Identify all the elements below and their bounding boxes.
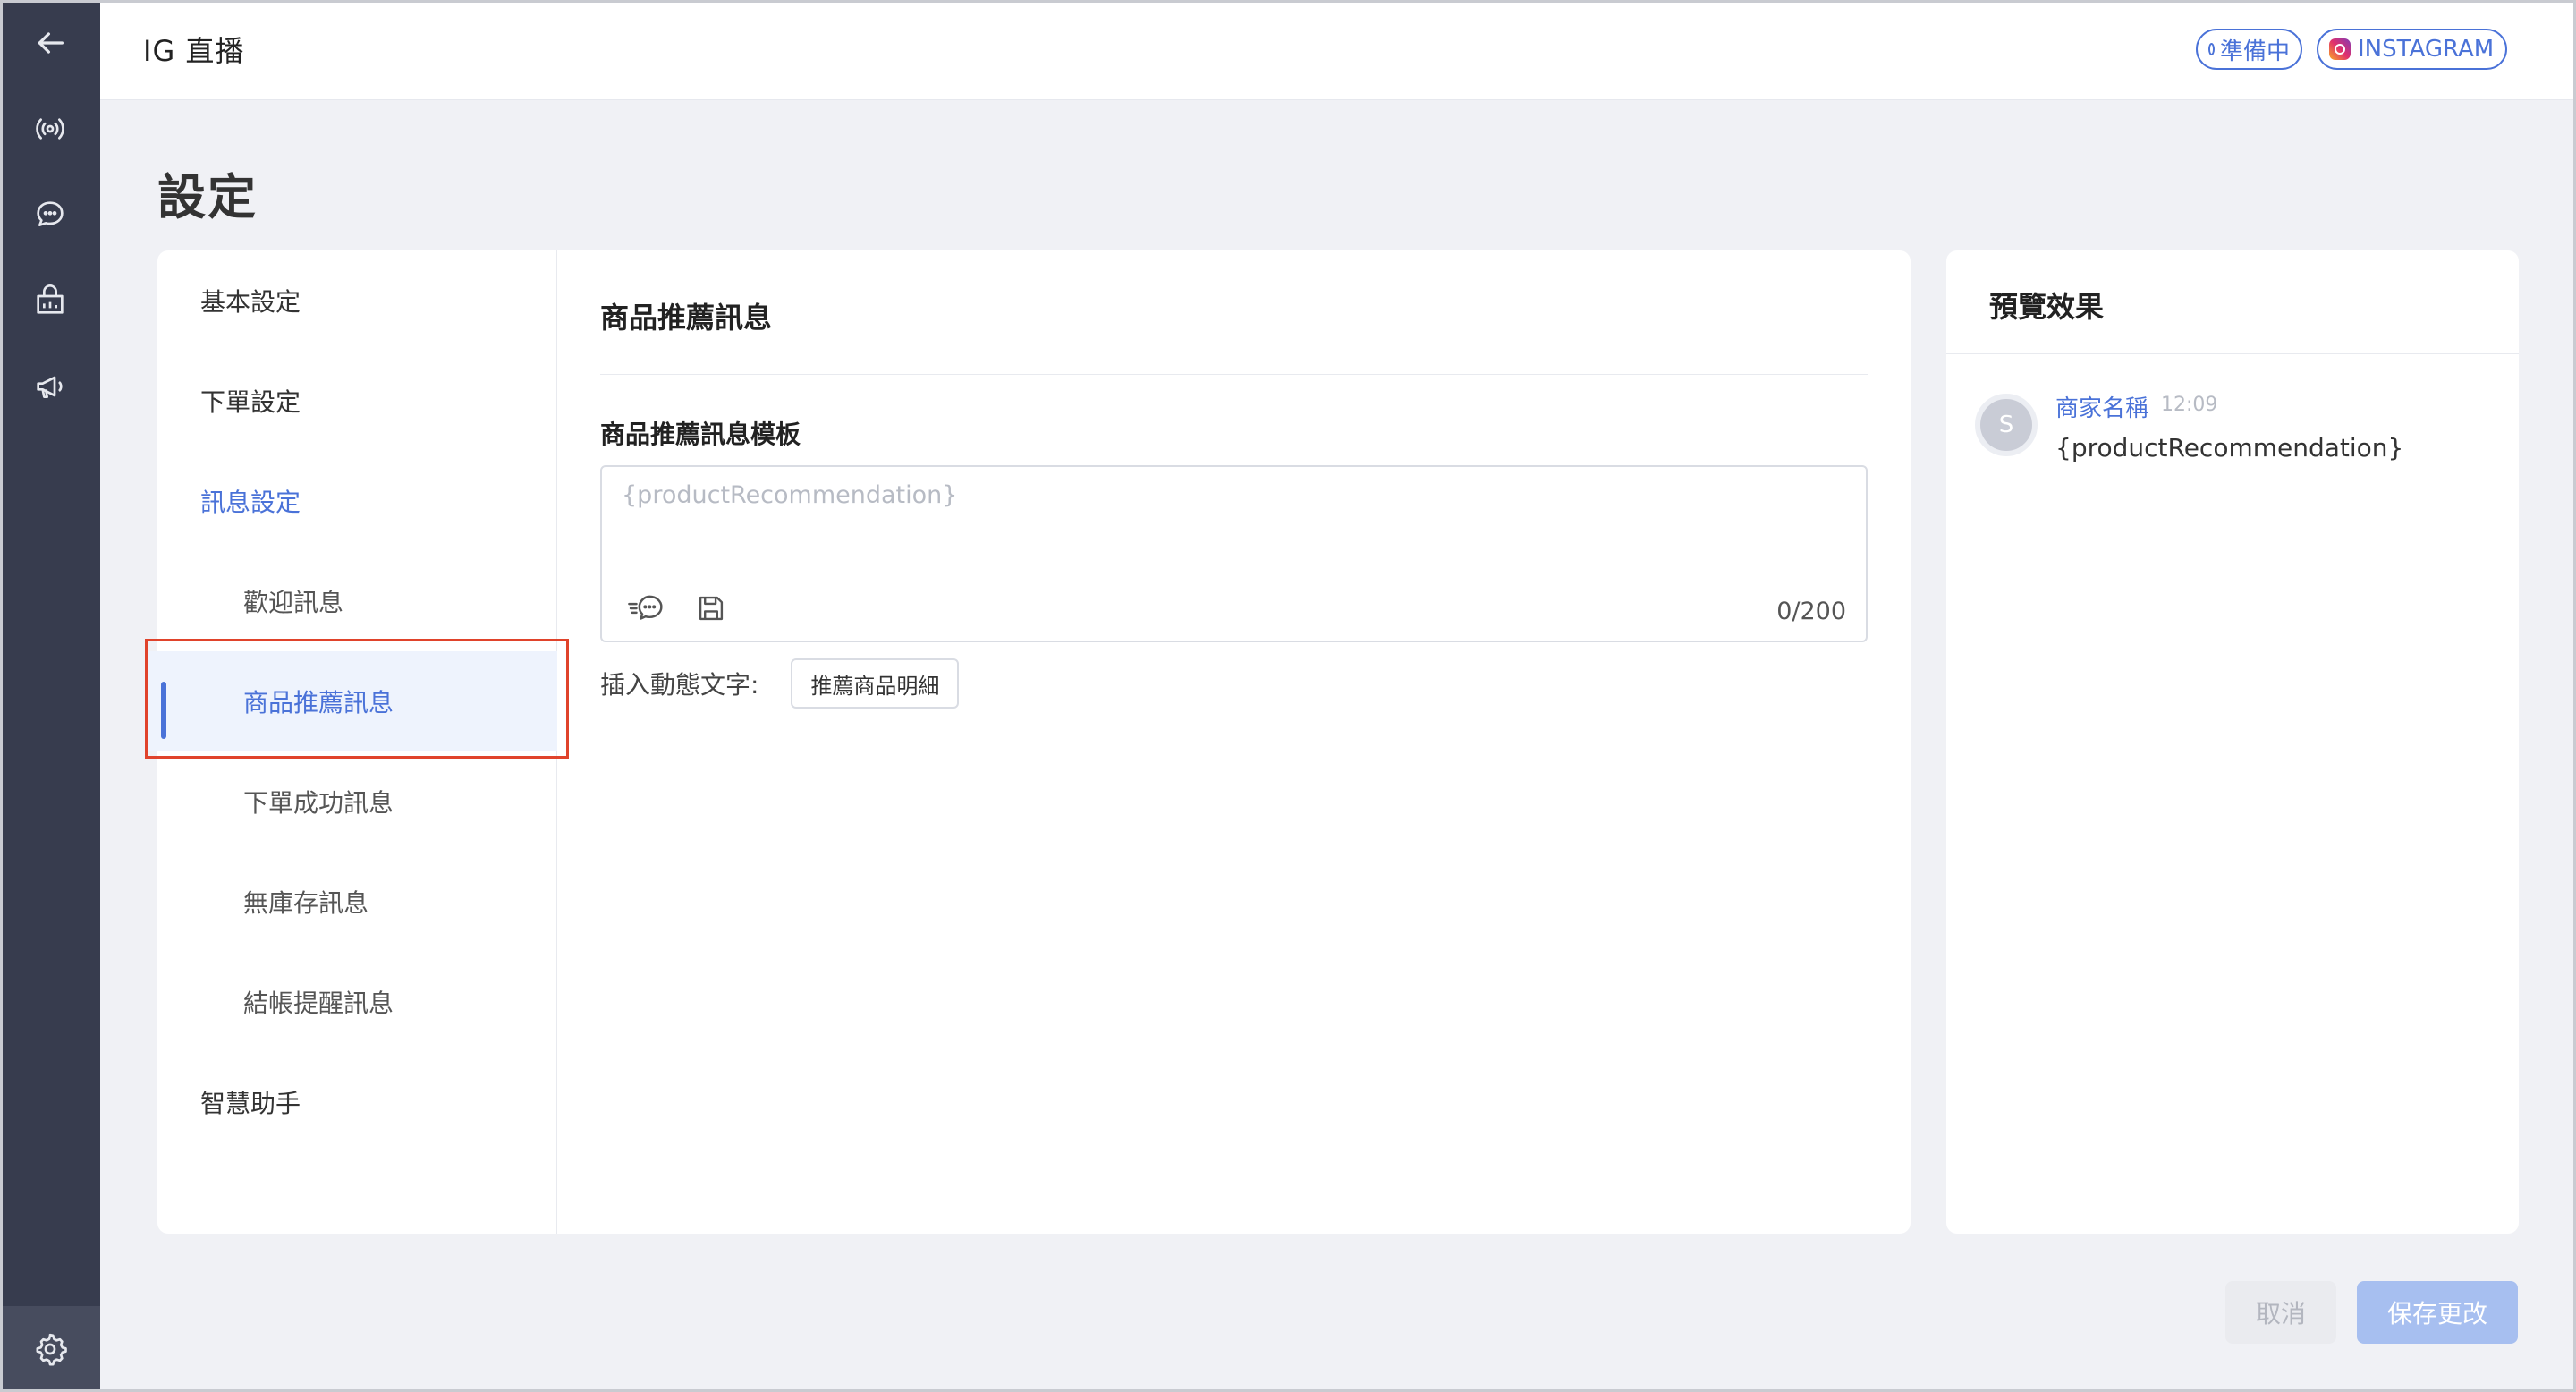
preview-title: 預覽效果 [1989,290,2105,324]
nav-item-label: 智慧助手 [200,1089,301,1118]
quick-reply-icon[interactable] [625,590,668,626]
character-counter: 0/200 [1776,598,1846,625]
app-title: IG 直播 [143,34,245,68]
instagram-icon [2329,38,2351,60]
template-textarea[interactable]: {productRecommendation} 0/200 [600,465,1868,642]
nav-item-label: 下單成功訊息 [243,788,394,818]
nav-item-checkout-reminder-message[interactable]: 結帳提醒訊息 [157,952,557,1052]
status-dot-icon [2208,43,2215,55]
preview-message: {productRecommendation} [2055,433,2404,463]
highlight-annotation [145,639,569,759]
page-title: 設定 [157,169,258,225]
section-title: 商品推薦訊息 [600,301,773,335]
nav-item-label: 結帳提醒訊息 [243,989,394,1018]
template-label: 商品推薦訊息模板 [600,420,801,449]
message-time: 12:09 [2161,394,2218,416]
preview-card: 預覽效果 S 商家名稱 12:09 {productRecommendation… [1946,250,2519,1234]
nav-item-label: 訊息設定 [200,488,301,517]
nav-item-order-success-message[interactable]: 下單成功訊息 [157,751,557,852]
cancel-button[interactable]: 取消 [2225,1281,2336,1344]
top-bar: IG 直播 準備中 INSTAGRAM [100,0,2576,100]
template-placeholder: {productRecommendation} [622,481,958,509]
nav-item-label: 無庫存訊息 [243,888,369,918]
nav-item-label: 歡迎訊息 [243,588,344,617]
divider [1946,353,2519,354]
nav-item-welcome-message[interactable]: 歡迎訊息 [157,551,557,651]
broadcast-icon[interactable] [0,86,100,172]
store-icon[interactable] [0,258,100,344]
nav-item-label: 下單設定 [200,387,301,417]
insert-product-details-button[interactable]: 推薦商品明細 [791,658,960,709]
nav-item-message-settings[interactable]: 訊息設定 [157,451,557,551]
nav-item-out-of-stock-message[interactable]: 無庫存訊息 [157,852,557,952]
save-changes-button[interactable]: 保存更改 [2357,1281,2518,1344]
status-badge-label: 準備中 [2219,38,2290,65]
back-arrow-icon[interactable] [0,0,100,86]
insert-dynamic-text-row: 插入動態文字: 推薦商品明細 [600,658,960,709]
save-template-icon[interactable] [690,590,733,626]
gear-icon[interactable] [0,1306,100,1392]
nav-item-label: 基本設定 [200,287,301,317]
nav-item-basic-settings[interactable]: 基本設定 [157,250,557,351]
divider [600,374,1868,375]
status-badge: 準備中 [2196,29,2302,70]
megaphone-icon[interactable] [0,344,100,429]
platform-badge-label: INSTAGRAM [2358,36,2495,63]
left-rail [0,0,100,1392]
insert-dynamic-text-label: 插入動態文字: [600,670,759,700]
platform-badge: INSTAGRAM [2317,29,2507,70]
nav-item-order-settings[interactable]: 下單設定 [157,351,557,451]
merchant-name: 商家名稱 [2055,395,2149,422]
nav-item-smart-assistant[interactable]: 智慧助手 [157,1052,557,1152]
avatar: S [1975,394,2038,456]
chat-bubble-icon[interactable] [0,172,100,258]
